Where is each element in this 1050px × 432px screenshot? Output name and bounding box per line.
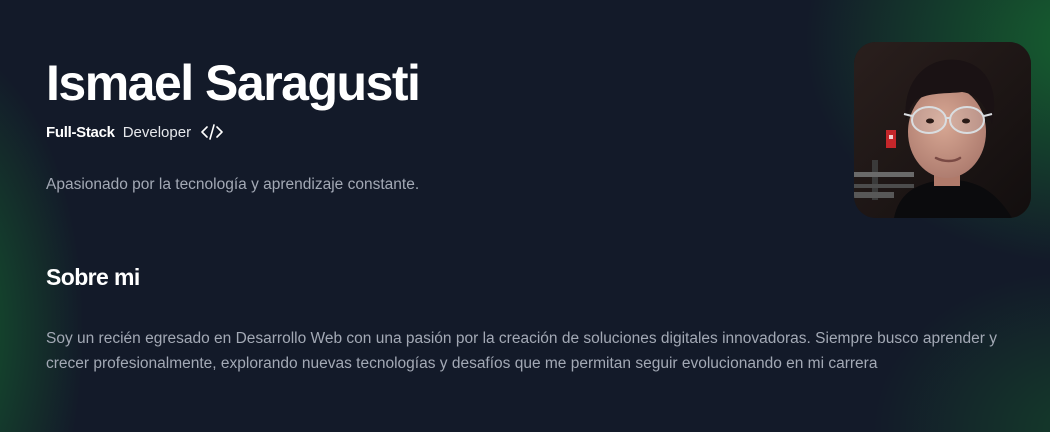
about-body: Soy un recién egresado en Desarrollo Web… [46, 330, 997, 372]
role-strong-text: Full-Stack [46, 123, 115, 141]
role-text: Developer [122, 123, 192, 141]
code-icon [200, 123, 224, 141]
about-title: Sobre mi [46, 264, 140, 290]
profile-tagline: Apasionado por la tecnología y aprendiza… [46, 176, 420, 193]
profile-name: Ismael Saragusti [46, 55, 421, 111]
profile-role: Full-Stack Developer [46, 121, 224, 143]
profile-avatar [854, 42, 1031, 218]
avatar-illustration [854, 42, 1031, 218]
